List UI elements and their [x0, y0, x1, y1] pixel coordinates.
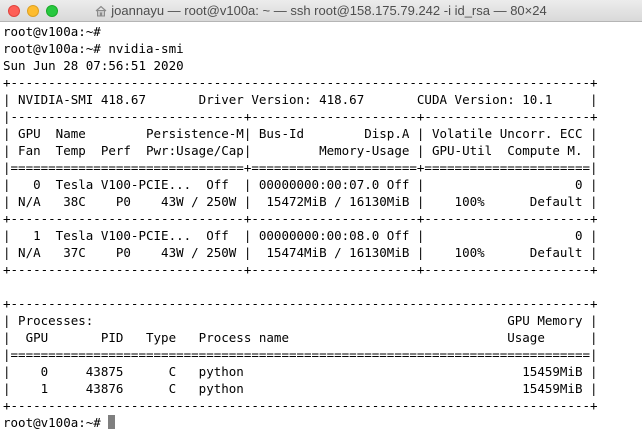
- terminal-line: | 0 Tesla V100-PCIE... Off | 00000000:00…: [3, 177, 598, 192]
- window-title: joannayu — root@v100a: ~ — ssh root@158.…: [111, 3, 547, 18]
- terminal-line: +-------------------------------+-------…: [3, 262, 598, 277]
- terminal-line: +---------------------------------------…: [3, 75, 598, 90]
- terminal-line: root@v100a:~# nvidia-smi: [3, 41, 184, 56]
- home-icon: [95, 2, 107, 24]
- window-title-wrap: joannayu — root@v100a: ~ — ssh root@158.…: [0, 0, 642, 22]
- terminal-line: | 1 Tesla V100-PCIE... Off | 00000000:00…: [3, 228, 598, 243]
- terminal-line: +---------------------------------------…: [3, 296, 598, 311]
- terminal-line: |===============================+=======…: [3, 160, 598, 175]
- scrollbar[interactable]: [638, 23, 642, 431]
- cursor: [108, 415, 116, 429]
- terminal-line: +-------------------------------+-------…: [3, 211, 598, 226]
- title-bar[interactable]: joannayu — root@v100a: ~ — ssh root@158.…: [0, 0, 642, 22]
- terminal-line: root@v100a:~#: [3, 24, 101, 39]
- terminal-line: |=======================================…: [3, 347, 598, 362]
- terminal-line: | GPU PID Type Process name Usage |: [3, 330, 598, 345]
- terminal-window: joannayu — root@v100a: ~ — ssh root@158.…: [0, 0, 642, 431]
- terminal-line: | Processes: GPU Memory |: [3, 313, 598, 328]
- terminal-line: +---------------------------------------…: [3, 398, 598, 413]
- terminal-line: | NVIDIA-SMI 418.67 Driver Version: 418.…: [3, 92, 598, 107]
- terminal-line: Sun Jun 28 07:56:51 2020: [3, 58, 184, 73]
- prompt-line: root@v100a:~#: [3, 414, 639, 429]
- terminal-line: | N/A 37C P0 43W / 250W | 15474MiB / 161…: [3, 245, 598, 260]
- terminal-line: | Fan Temp Perf Pwr:Usage/Cap| Memory-Us…: [3, 143, 598, 158]
- terminal-line: | 1 43876 C python 15459MiB |: [3, 381, 598, 396]
- terminal-line: | GPU Name Persistence-M| Bus-Id Disp.A …: [3, 126, 598, 141]
- terminal-line: | 0 43875 C python 15459MiB |: [3, 364, 598, 379]
- terminal-output[interactable]: root@v100a:~# root@v100a:~# nvidia-smi Sun…: [3, 23, 639, 429]
- terminal-line: |-------------------------------+-------…: [3, 109, 598, 124]
- terminal-line: | N/A 38C P0 43W / 250W | 15472MiB / 161…: [3, 194, 598, 209]
